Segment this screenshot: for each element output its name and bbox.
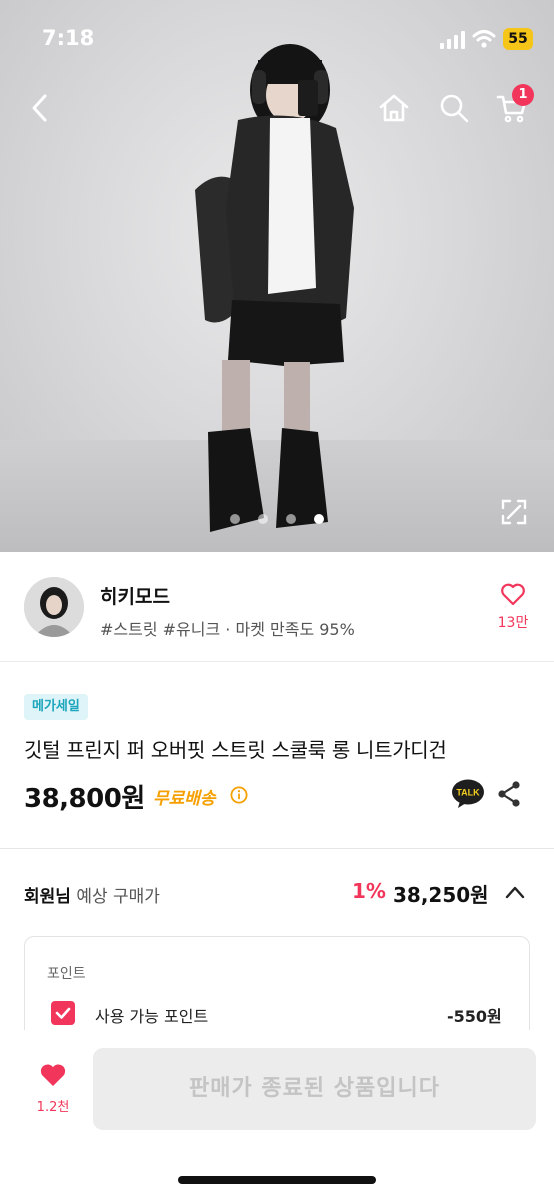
gallery-dot[interactable] xyxy=(286,514,296,524)
heart-filled-icon xyxy=(40,1064,66,1086)
expand-icon[interactable] xyxy=(500,498,528,526)
seller-avatar[interactable] xyxy=(24,577,84,637)
product-info: 메가세일 깃털 프린지 퍼 오버핏 스트릿 스쿨룩 롱 니트가디건 38,800… xyxy=(0,662,554,848)
sold-out-button[interactable]: 판매가 종료된 상품입니다 xyxy=(93,1048,536,1130)
member-price-row[interactable]: 회원님 예상 구매가 1% 38,250원 xyxy=(0,849,554,939)
free-shipping-label: 무료배송 xyxy=(153,789,216,809)
seller-name[interactable]: 히키모드 xyxy=(100,582,170,609)
member-label-strong: 회원님 xyxy=(24,887,71,907)
like-count: 1.2천 xyxy=(36,1100,70,1115)
top-navigation xyxy=(0,80,554,136)
points-checkbox[interactable] xyxy=(51,1001,75,1025)
cart-count-badge: 1 xyxy=(512,84,534,106)
gallery-dot[interactable] xyxy=(258,514,268,524)
member-price-label: 회원님 예상 구매가 xyxy=(24,882,160,907)
gallery-dot-active[interactable] xyxy=(314,514,324,524)
seller-favorite-count: 13만 xyxy=(497,615,529,631)
seller-section[interactable]: 히키모드 #스트릿 #유니크 · 마켓 만족도 95% 13만 xyxy=(0,552,554,662)
seller-favorite-button[interactable]: 13만 xyxy=(490,582,536,632)
mega-sale-badge: 메가세일 xyxy=(24,694,88,720)
gallery-pagination xyxy=(230,514,330,526)
home-indicator xyxy=(178,1176,376,1184)
share-icon[interactable] xyxy=(496,780,522,808)
status-time: 7:18 xyxy=(42,26,95,50)
member-price-value: 38,250원 xyxy=(393,883,489,907)
points-value: -550원 xyxy=(447,1007,502,1026)
chevron-left-icon xyxy=(32,94,47,122)
member-label-rest: 예상 구매가 xyxy=(70,887,160,907)
search-icon xyxy=(440,94,469,123)
info-icon[interactable] xyxy=(230,786,248,804)
points-label: 사용 가능 포인트 xyxy=(95,1007,209,1026)
signal-icon xyxy=(440,31,465,49)
wifi-icon xyxy=(472,30,496,48)
chevron-up-icon[interactable] xyxy=(504,883,526,901)
talk-label: TALK xyxy=(456,788,480,798)
avatar-image xyxy=(24,577,84,637)
product-image-gallery[interactable]: 7:18 55 1 xyxy=(0,0,554,552)
member-discount-rate: 1% xyxy=(352,879,386,903)
seller-tags: #스트릿 #유니크 · 마켓 만족도 95% xyxy=(100,620,355,639)
search-button[interactable] xyxy=(432,86,476,130)
gallery-dot[interactable] xyxy=(230,514,240,524)
status-bar: 7:18 55 xyxy=(0,0,554,80)
heart-outline-icon xyxy=(501,583,525,606)
home-button[interactable] xyxy=(372,86,416,130)
battery-indicator: 55 xyxy=(503,28,533,50)
back-button[interactable] xyxy=(18,86,62,130)
points-title: 포인트 xyxy=(47,966,86,982)
home-icon xyxy=(379,94,409,122)
bottom-action-bar: 1.2천 판매가 종료된 상품입니다 xyxy=(0,1030,554,1200)
product-title: 깃털 프린지 퍼 오버핏 스트릿 스쿨룩 롱 니트가디건 xyxy=(24,738,447,762)
product-price: 38,800원 xyxy=(24,784,145,814)
like-button[interactable]: 1.2천 xyxy=(28,1062,78,1115)
kakao-talk-icon[interactable]: TALK xyxy=(451,779,485,809)
checkmark-icon xyxy=(55,1007,71,1019)
